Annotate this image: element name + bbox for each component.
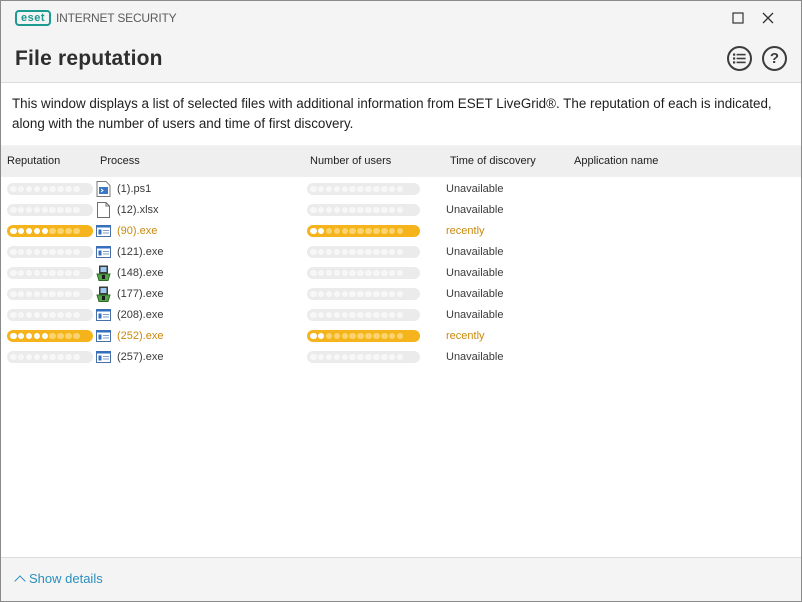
close-icon [762, 12, 774, 24]
table-row[interactable]: (148).exe Unavailable [1, 262, 801, 283]
blank-file-icon [96, 202, 111, 218]
table-row[interactable]: (257).exe Unavailable [1, 346, 801, 367]
users-bar [307, 351, 420, 363]
discovery-time: recently [446, 330, 485, 342]
discovery-time: Unavailable [446, 288, 504, 300]
show-details-link[interactable]: Show details [14, 571, 103, 587]
users-bar [307, 246, 420, 258]
users-cell [307, 351, 420, 363]
users-cell [307, 267, 420, 279]
reputation-bar [7, 351, 93, 363]
reputation-bar [7, 267, 93, 279]
column-header-time[interactable]: Time of discovery [450, 155, 536, 167]
square-icon [732, 12, 744, 24]
process-name: (148).exe [117, 267, 164, 279]
powershell-file-icon [96, 181, 111, 197]
discovery-time: Unavailable [446, 246, 504, 258]
reputation-cell [7, 183, 93, 195]
close-button[interactable] [753, 5, 783, 31]
product-name: INTERNET SECURITY [56, 11, 177, 25]
list-icon [733, 53, 746, 64]
reputation-bar [7, 183, 93, 195]
users-cell [307, 183, 420, 195]
show-details-label: Show details [29, 571, 103, 586]
users-bar [307, 183, 420, 195]
executable-icon [96, 307, 111, 323]
users-cell [307, 225, 420, 237]
process-name: (252).exe [117, 330, 164, 342]
chevron-up-icon [14, 574, 26, 587]
table-header: Reputation Process Number of users Time … [1, 146, 801, 177]
table-row[interactable]: (208).exe Unavailable [1, 304, 801, 325]
reputation-bar [7, 204, 93, 216]
process-name: (90).exe [117, 225, 158, 237]
installer-icon [96, 265, 111, 281]
process-name: (208).exe [117, 309, 164, 321]
process-name: (12).xlsx [117, 204, 159, 216]
process-name: (177).exe [117, 288, 164, 300]
process-name: (121).exe [117, 246, 164, 258]
eset-logo: eset INTERNET SECURITY [15, 10, 177, 26]
column-header-reputation[interactable]: Reputation [7, 155, 60, 167]
users-bar [307, 288, 420, 300]
table-row[interactable]: (121).exe Unavailable [1, 241, 801, 262]
reputation-cell [7, 225, 93, 237]
reputation-bar [7, 225, 93, 237]
table-row[interactable]: (1).ps1 Unavailable [1, 178, 801, 199]
executable-icon [96, 349, 111, 365]
file-reputation-window: eset INTERNET SECURITY File reputation ?… [0, 0, 802, 602]
process-name: (257).exe [117, 351, 164, 363]
column-header-users[interactable]: Number of users [310, 155, 391, 167]
brand-mark: eset [15, 10, 52, 26]
reputation-cell [7, 267, 93, 279]
page-title: File reputation [15, 47, 163, 70]
table-row[interactable]: (12).xlsx Unavailable [1, 199, 801, 220]
users-bar [307, 204, 420, 216]
users-cell [307, 309, 420, 321]
reputation-cell [7, 288, 93, 300]
column-header-application[interactable]: Application name [574, 155, 658, 167]
discovery-time: Unavailable [446, 267, 504, 279]
reputation-cell [7, 330, 93, 342]
discovery-time: Unavailable [446, 309, 504, 321]
reputation-cell [7, 351, 93, 363]
title-bar[interactable]: eset INTERNET SECURITY [1, 1, 801, 37]
users-bar [307, 267, 420, 279]
reputation-cell [7, 204, 93, 216]
reputation-bar [7, 330, 93, 342]
installer-icon [96, 286, 111, 302]
table-row[interactable]: (252).exe recently [1, 325, 801, 346]
maximize-button[interactable] [723, 5, 753, 31]
reputation-bar [7, 288, 93, 300]
users-cell [307, 246, 420, 258]
users-cell [307, 330, 420, 342]
users-bar [307, 225, 420, 237]
users-cell [307, 288, 420, 300]
description-text: This window displays a list of selected … [1, 83, 801, 145]
help-button[interactable]: ? [762, 46, 787, 71]
reputation-bar [7, 246, 93, 258]
table-row[interactable]: (90).exe recently [1, 220, 801, 241]
users-cell [307, 204, 420, 216]
process-name: (1).ps1 [117, 183, 152, 195]
executable-icon [96, 223, 111, 239]
discovery-time: Unavailable [446, 204, 504, 216]
reputation-cell [7, 309, 93, 321]
footer: Show details [1, 557, 801, 601]
executable-icon [96, 244, 111, 260]
discovery-time: Unavailable [446, 183, 504, 195]
users-bar [307, 330, 420, 342]
help-icon: ? [769, 50, 780, 67]
columns-menu-button[interactable] [727, 46, 752, 71]
reputation-bar [7, 309, 93, 321]
discovery-time: recently [446, 225, 485, 237]
table-row[interactable]: (177).exe Unavailable [1, 283, 801, 304]
reputation-cell [7, 246, 93, 258]
file-table: (1).ps1 Unavailable (12).xlsx Unavailable (9… [1, 177, 801, 557]
column-header-process[interactable]: Process [100, 155, 140, 167]
users-bar [307, 309, 420, 321]
executable-icon [96, 328, 111, 344]
discovery-time: Unavailable [446, 351, 504, 363]
